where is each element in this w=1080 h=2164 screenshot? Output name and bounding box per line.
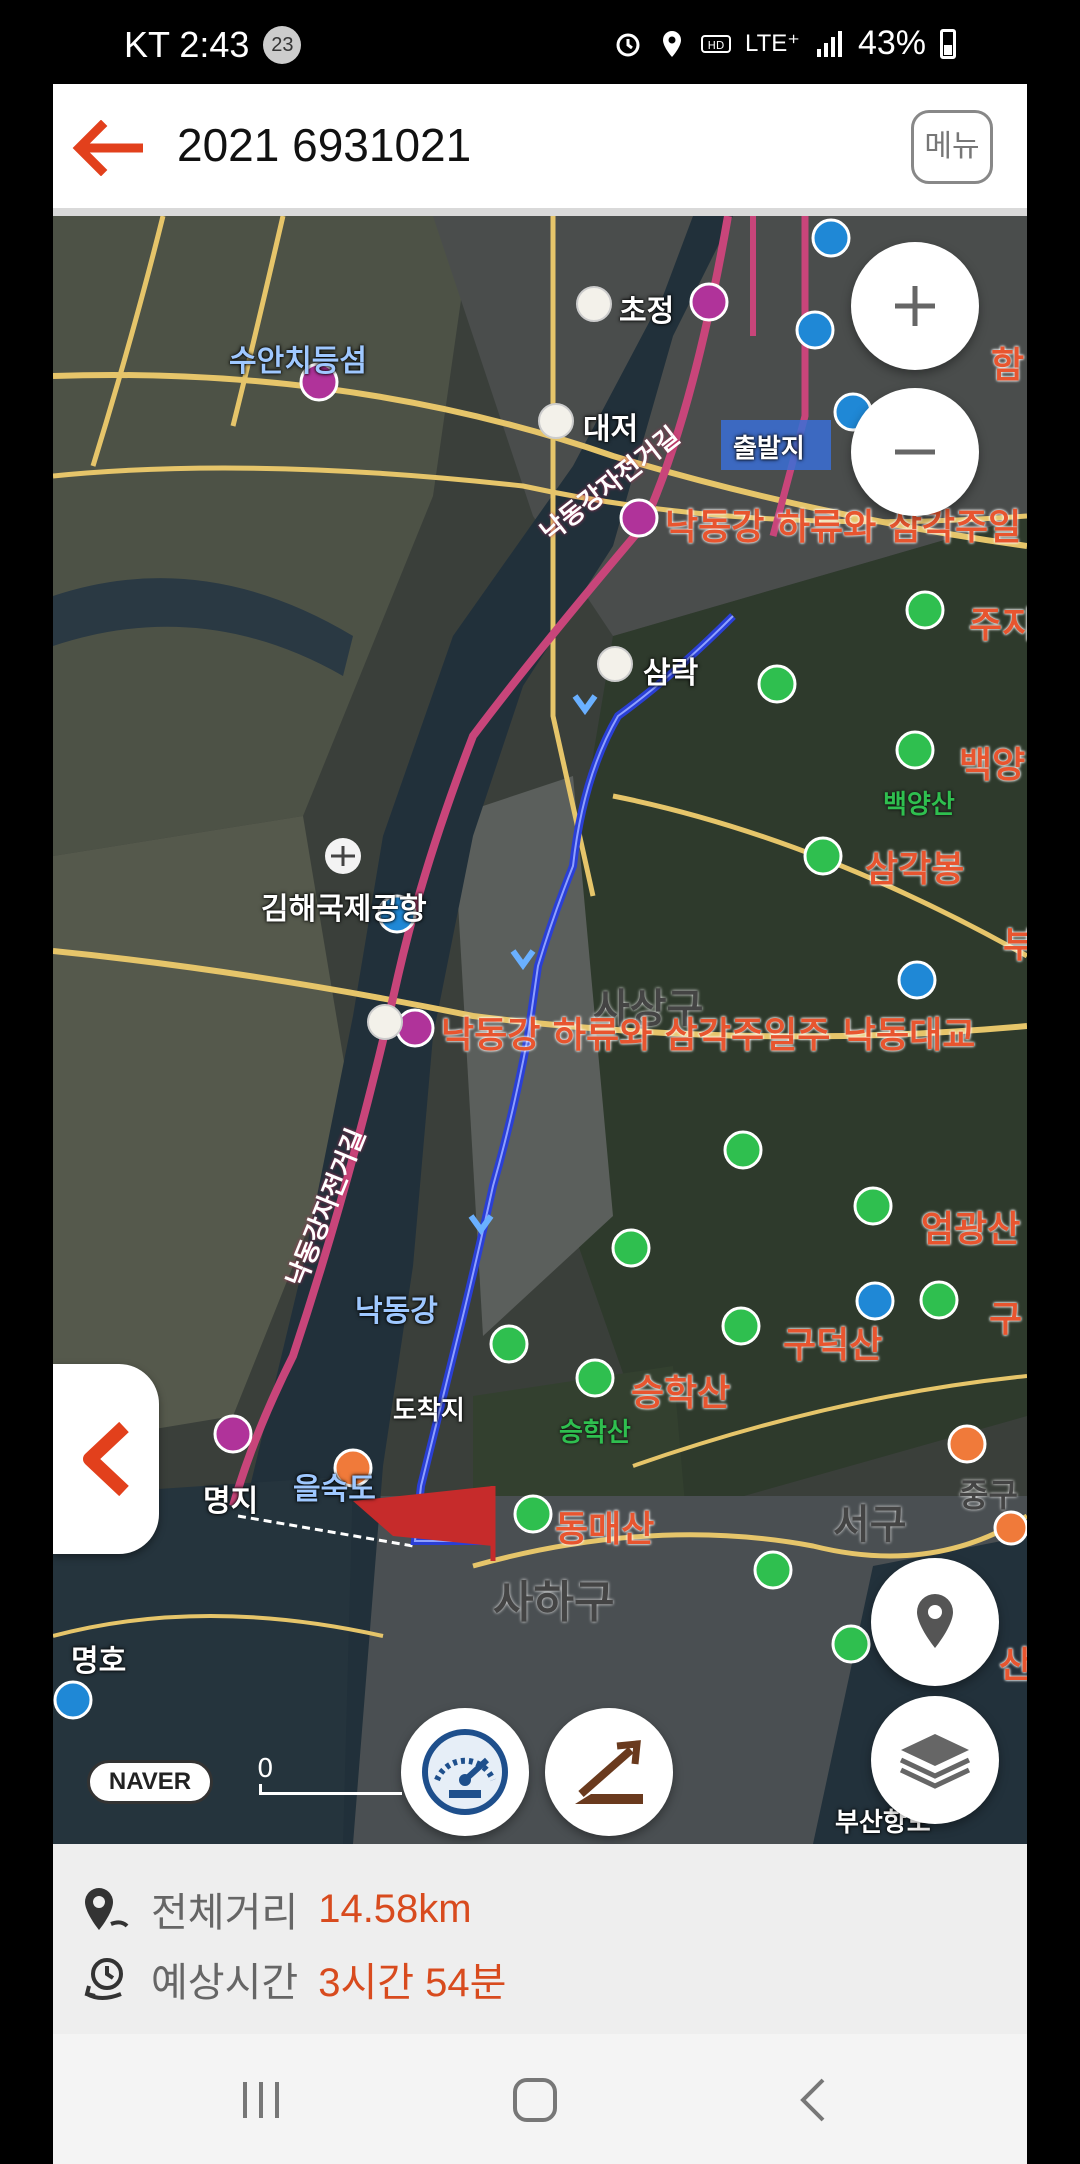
alarm-icon [616, 33, 640, 56]
notification-count-badge: 23 [263, 26, 302, 64]
distance-value: 14.58km [318, 1886, 472, 1931]
map-label-start: 출발지 [733, 434, 805, 464]
svg-text:HD: HD [708, 39, 725, 52]
minus-icon [895, 449, 935, 455]
map-label-baekyang: 백양 [959, 745, 1026, 786]
map-label-myeongho: 명호 [71, 1644, 127, 1679]
system-nav-bar [53, 2034, 1027, 2164]
distance-label: 전체거리 [151, 1891, 299, 1935]
map-label-right-edge-2: 산 [999, 1645, 1027, 1686]
map-label-saha: 사하구 [493, 1577, 615, 1628]
map-label-gimhae-airport: 김해국제공항 [261, 892, 427, 927]
time-label: 예상시간 [151, 1961, 299, 2005]
speedometer-icon [422, 1729, 508, 1815]
distance-row: 전체거리 14.58km [81, 1880, 472, 1938]
location-icon [663, 30, 682, 57]
scale-value: 0 [257, 1754, 274, 1784]
recent-apps-icon[interactable] [239, 2078, 283, 2122]
elevation-icon [575, 1740, 643, 1804]
menu-button[interactable]: 메뉴 [911, 110, 993, 184]
speed-button[interactable] [401, 1708, 529, 1836]
map-label-juji: 주지 [969, 605, 1027, 646]
map-label-jochong: 초정 [619, 294, 675, 329]
elevation-button[interactable] [545, 1708, 673, 1836]
status-bar: KT 2:43 23 HD LTE⁺ 43% [0, 0, 1080, 84]
location-pin-icon [917, 1594, 953, 1648]
signal-icon [816, 30, 842, 57]
map-label-seunghaksan: 승학산 [631, 1373, 731, 1414]
time-row: 예상시간 3시간 54분 [81, 1950, 506, 2008]
map-label-junggu: 중구 [959, 1476, 1018, 1514]
map-label-eomgwangsan: 엄광산 [921, 1209, 1021, 1250]
battery-percent: 43% [857, 24, 926, 62]
side-panel-toggle[interactable] [53, 1364, 159, 1554]
map-label-baekyangsan: 백양산 [883, 790, 955, 820]
home-icon[interactable] [511, 2076, 559, 2124]
map-label-seogu: 서구 [833, 1502, 907, 1548]
map-view[interactable]: 초정 수안치등섬 대저 출발지 낙동강 하류와 삼각주일 삼락 주지 백양 백양… [53, 216, 1027, 1844]
map-label-samgakbong: 삼각봉 [865, 849, 965, 890]
time-value: 3시간 54분 [318, 1961, 507, 2005]
map-label-dongmaesan: 동매산 [555, 1509, 655, 1550]
map-label-suanchi: 수안치등섬 [229, 344, 367, 379]
distance-pin-icon [85, 1888, 129, 1930]
map-label-seunghaksan-small: 승학산 [559, 1418, 631, 1448]
zoom-out-button[interactable] [851, 388, 979, 516]
map-label-gu: 구 [989, 1299, 1023, 1340]
map-label-arrival: 도착지 [393, 1396, 465, 1426]
back-arrow-icon[interactable] [71, 120, 147, 176]
my-location-button[interactable] [871, 1558, 999, 1686]
page-title: 2021 6931021 [177, 119, 472, 171]
naver-logo: NAVER [87, 1760, 213, 1804]
app-window: 2021 6931021 메뉴 초정 수안치등섬 대저 출발지 낙동강 하류와 … [53, 84, 1027, 2164]
hd-voice-icon: HD [701, 34, 732, 53]
map-label-ham: 함 [991, 345, 1025, 386]
map-label-nakdong-delta-1: 낙동강 하류와 삼각주일 [665, 507, 1022, 548]
header: 2021 6931021 메뉴 [53, 84, 1027, 216]
map-label-right-edge-1: 부 [1003, 925, 1027, 966]
map-label-gudeoksan: 구덕산 [783, 1325, 883, 1366]
map-scale: 0 [257, 1754, 407, 1798]
map-label-myeongji: 명지 [203, 1484, 259, 1519]
zoom-in-button[interactable] [851, 242, 979, 370]
carrier-time: KT 2:43 [124, 24, 250, 65]
plus-icon [895, 286, 935, 326]
map-layers-button[interactable] [871, 1696, 999, 1824]
map-label-nakdong-delta-2: 낙동강 하류와 삼각주일주 낙동대교 [441, 1015, 976, 1056]
route-info-panel: 전체거리 14.58km 예상시간 3시간 54분 [53, 1844, 1027, 2034]
nav-back-icon[interactable] [793, 2076, 833, 2124]
chevron-left-icon [83, 1421, 129, 1497]
network-type: LTE⁺ [745, 30, 800, 57]
layers-icon [899, 1734, 971, 1789]
map-label-nakdonggang: 낙동강 [355, 1294, 438, 1329]
battery-icon [940, 28, 956, 59]
time-clock-icon [84, 1958, 123, 2000]
map-label-eulsukdo: 을숙도 [293, 1472, 376, 1507]
map-label-samnak: 삼락 [643, 656, 699, 691]
